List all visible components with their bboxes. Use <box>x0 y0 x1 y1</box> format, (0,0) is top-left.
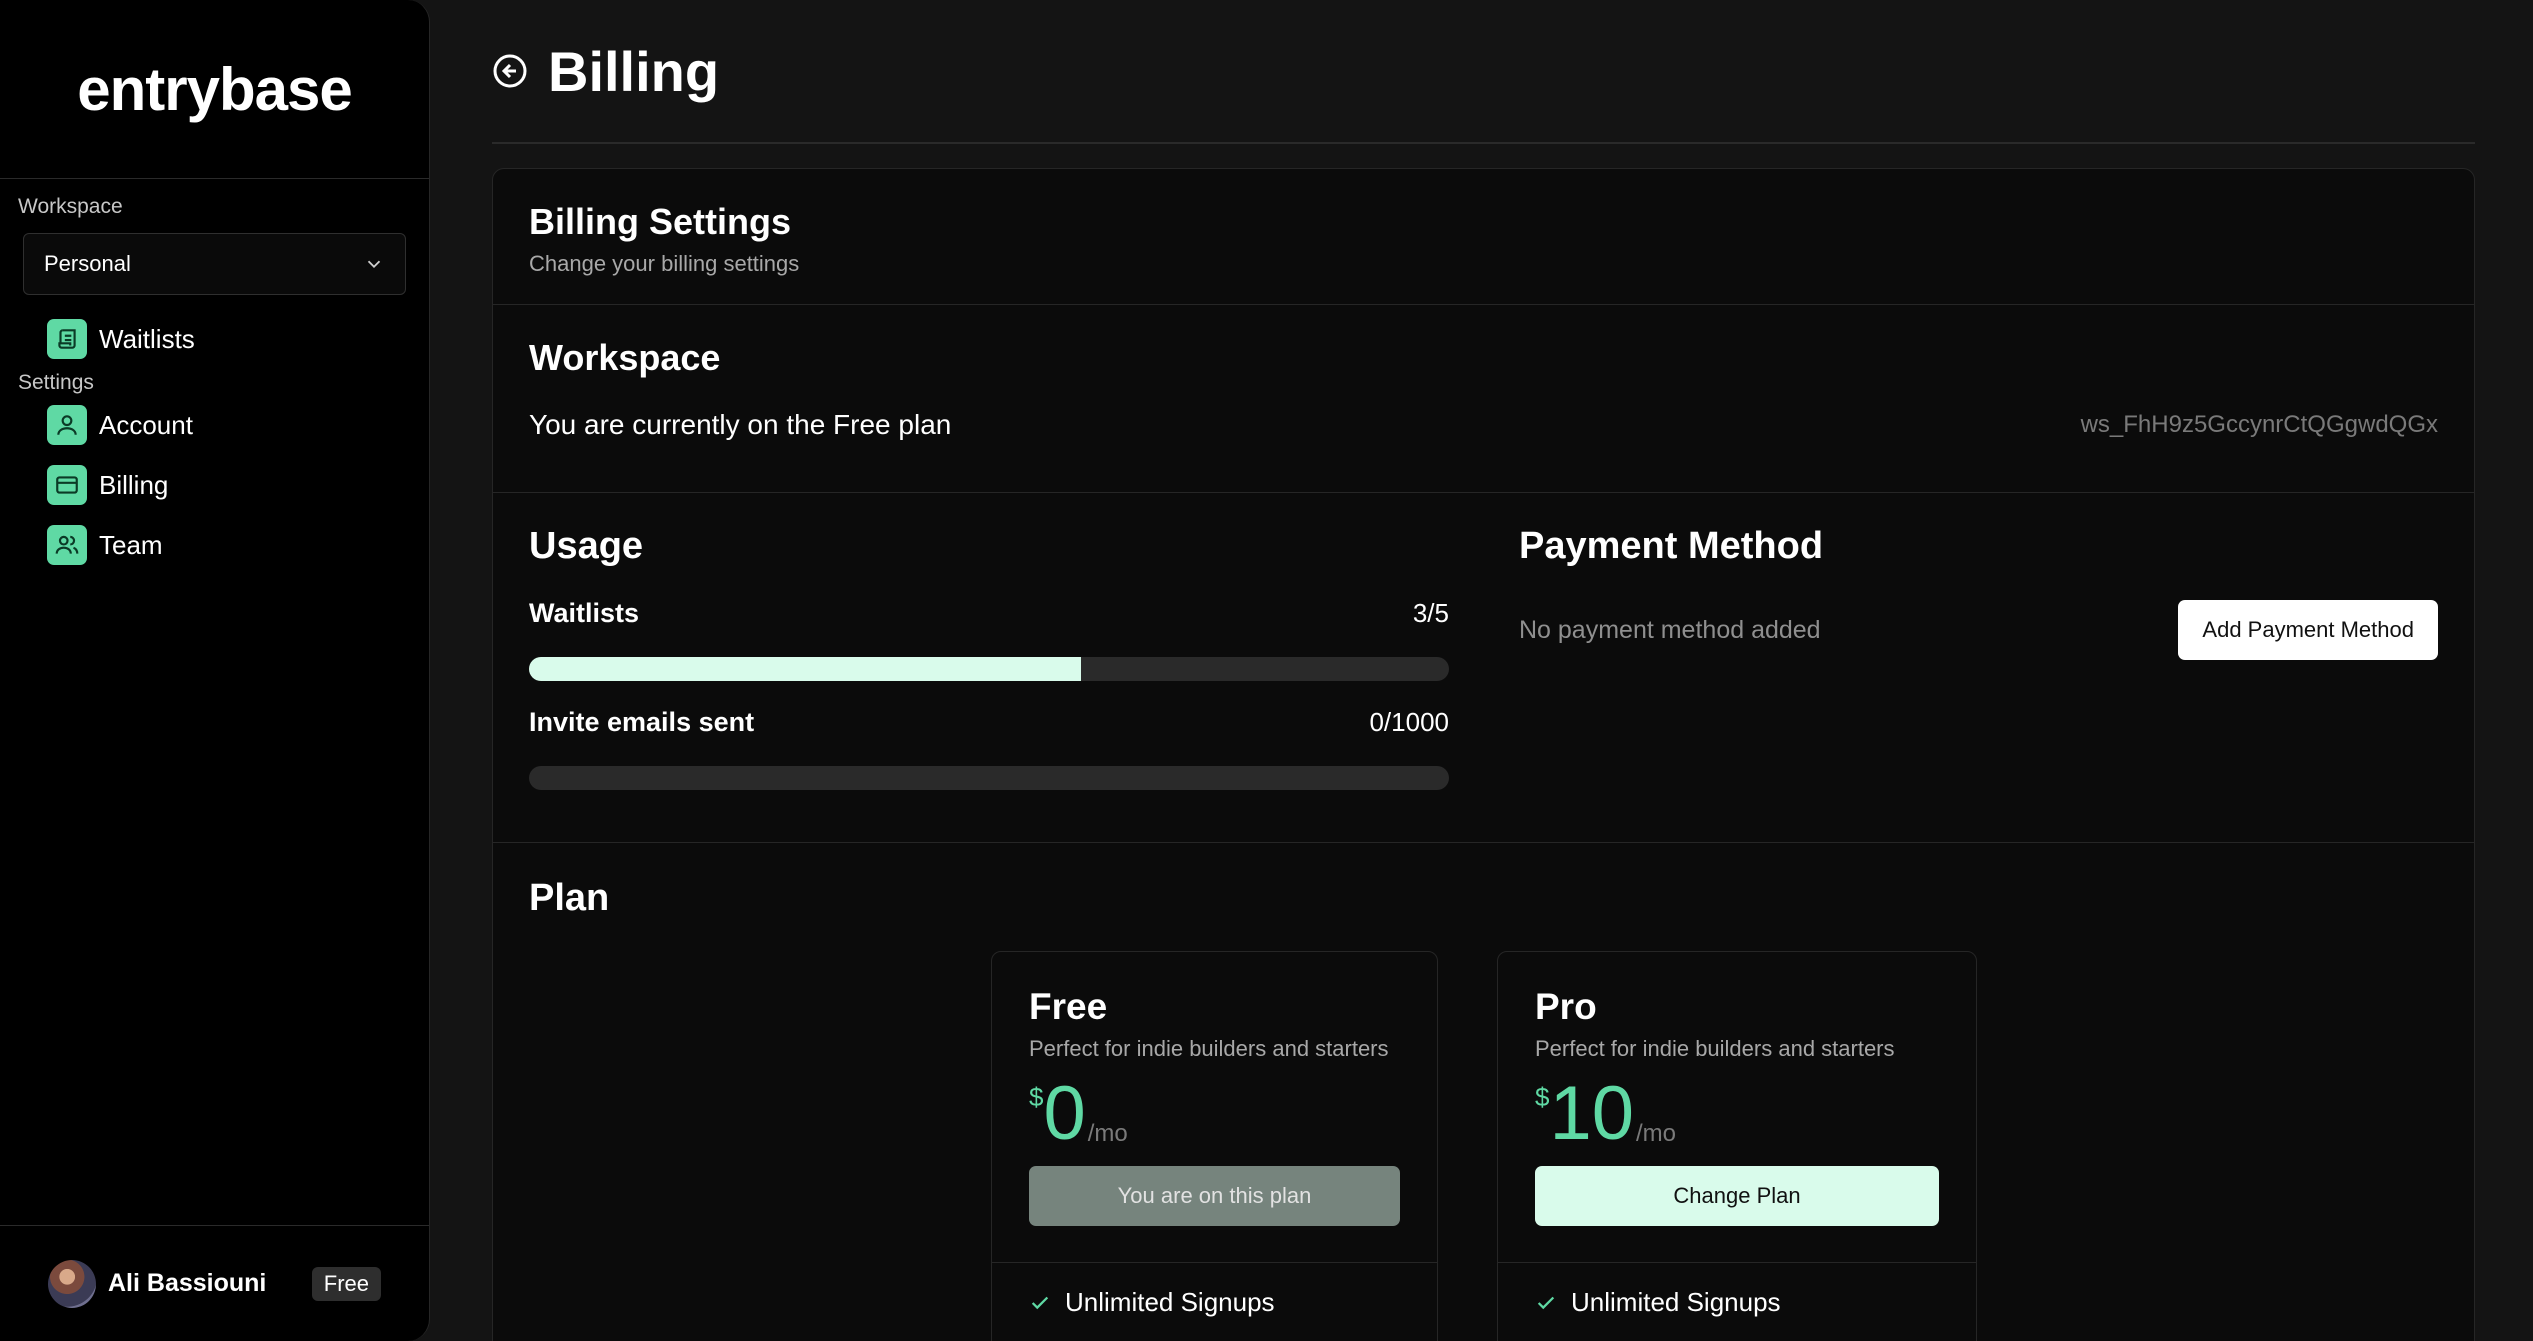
avatar <box>48 1259 96 1308</box>
back-arrow-icon[interactable] <box>492 53 528 89</box>
payment-title: Payment Method <box>1519 525 1824 567</box>
meter-label: Waitlists <box>529 598 640 628</box>
sidebar-item-waitlists[interactable]: Waitlists <box>0 309 429 369</box>
plan-price: $ 0 /mo <box>1029 1076 1400 1152</box>
price-currency: $ <box>1535 1082 1550 1112</box>
feature-label: Unlimited Signups <box>1065 1287 1275 1317</box>
add-payment-method-button[interactable]: Add Payment Method <box>2178 600 2438 660</box>
check-icon <box>1537 1296 1555 1309</box>
plan-card-top: Free Perfect for indie builders and star… <box>992 952 1437 1263</box>
plan-feature: Unlimited Signups <box>1498 1263 1976 1341</box>
billing-settings-subtitle: Change your billing settings <box>529 251 800 276</box>
feature-label: Unlimited Signups <box>1571 1287 1781 1317</box>
user-name: Ali Bassiouni <box>108 1269 267 1297</box>
sidebar-item-team[interactable]: Team <box>0 515 429 575</box>
plan-description: Perfect for indie builders and starters <box>1029 1036 1389 1061</box>
billing-panel: Billing Settings Change your billing set… <box>492 168 2475 1341</box>
sidebar-item-label: Waitlists <box>99 323 195 354</box>
current-plan-text: You are currently on the Free plan <box>529 409 952 440</box>
plan-title: Plan <box>529 877 610 919</box>
sidebar: entrybase Workspace Personal Waitlists S… <box>0 0 430 1341</box>
workspace-id: ws_FhH9z5GccynrCtQGgwdQGx <box>2080 411 2438 438</box>
price-period: /mo <box>1087 1120 1128 1147</box>
price-amount: 0 <box>1043 1071 1086 1156</box>
sidebar-item-label: Team <box>99 529 163 560</box>
plan-card-top: Pro Perfect for indie builders and start… <box>1498 952 1976 1263</box>
page-title: Billing <box>548 39 720 103</box>
sidebar-item-label: Billing <box>99 469 169 500</box>
current-plan-button[interactable]: You are on this plan <box>1029 1166 1400 1226</box>
plan-price: $ 10 /mo <box>1535 1076 1939 1152</box>
credit-card-icon <box>47 465 87 505</box>
plan-name: Pro <box>1535 986 1597 1027</box>
price-amount: 10 <box>1549 1071 1635 1156</box>
main-content: Billing Billing Settings Change your bil… <box>492 0 2475 1341</box>
no-payment-text: No payment method added <box>1519 615 1821 644</box>
waitlists-meter-header: Waitlists 3/5 <box>529 598 1449 629</box>
workspace-title: Workspace <box>529 337 721 378</box>
usage-payment-section: Usage Waitlists 3/5 Invite emails sent 0… <box>493 493 2474 843</box>
sidebar-item-label: Account <box>99 409 193 440</box>
plan-description: Perfect for indie builders and starters <box>1535 1036 1895 1061</box>
meter-count: 0/1000 <box>1369 707 1449 737</box>
change-plan-button[interactable]: Change Plan <box>1535 1166 1939 1226</box>
plan-name: Free <box>1029 986 1108 1027</box>
billing-settings-title: Billing Settings <box>529 201 792 242</box>
workspace-select-value: Personal <box>44 251 131 276</box>
plan-badge: Free <box>311 1266 381 1301</box>
meter-label: Invite emails sent <box>529 707 755 737</box>
user-icon <box>47 405 87 445</box>
chevron-down-icon <box>367 260 381 269</box>
price-currency: $ <box>1029 1082 1044 1112</box>
progress-fill <box>529 657 1081 681</box>
payment-column: Payment Method No payment method added A… <box>1519 525 2438 842</box>
workspace-label: Workspace <box>18 195 123 218</box>
workspace-select[interactable]: Personal <box>23 233 406 295</box>
sidebar-item-billing[interactable]: Billing <box>0 455 429 515</box>
meter-count: 3/5 <box>1412 598 1449 628</box>
workspace-section: Workspace You are currently on the Free … <box>493 305 2474 493</box>
plan-card-pro: Pro Perfect for indie builders and start… <box>1497 951 1977 1341</box>
brand-logo[interactable]: entrybase <box>0 0 429 179</box>
scroll-icon <box>47 319 87 359</box>
waitlists-progress-bar <box>529 657 1449 681</box>
emails-meter-header: Invite emails sent 0/1000 <box>529 707 1449 738</box>
billing-settings-section: Billing Settings Change your billing set… <box>493 169 2474 305</box>
payment-row: No payment method added Add Payment Meth… <box>1519 600 2438 660</box>
plan-feature: Unlimited Signups <box>992 1263 1437 1341</box>
price-period: /mo <box>1636 1120 1677 1147</box>
emails-progress-bar <box>529 766 1449 790</box>
plan-card-free: Free Perfect for indie builders and star… <box>991 951 1438 1341</box>
workspace-row: You are currently on the Free plan ws_Fh… <box>529 409 2438 441</box>
usage-column: Usage Waitlists 3/5 Invite emails sent 0… <box>529 525 1449 842</box>
settings-label: Settings <box>18 371 94 394</box>
sidebar-item-account[interactable]: Account <box>0 395 429 455</box>
plan-section: Plan Free Perfect for indie builders and… <box>493 843 2474 1341</box>
user-menu[interactable]: Ali Bassiouni Free <box>0 1225 429 1341</box>
check-icon <box>1031 1296 1049 1309</box>
page-header: Billing <box>492 0 2475 144</box>
users-icon <box>47 525 87 565</box>
usage-title: Usage <box>529 525 644 567</box>
